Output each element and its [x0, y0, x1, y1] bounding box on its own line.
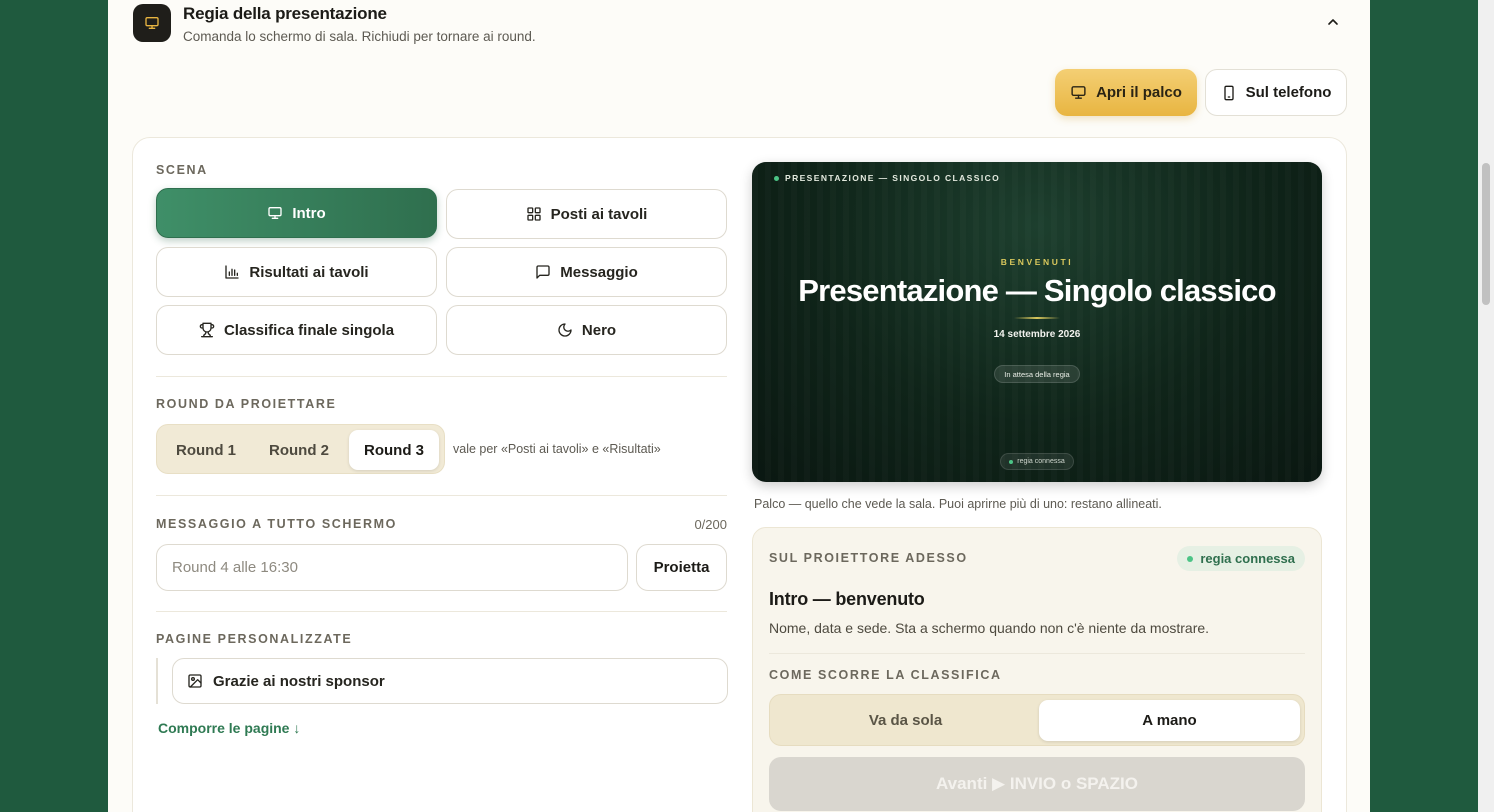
projector-status: SUL PROIETTORE ADESSO regia connessa Int… — [752, 527, 1322, 812]
scrollbar[interactable] — [1478, 0, 1494, 812]
scene-button-label: Risultati ai tavoli — [249, 263, 369, 281]
scene-button-label: Messaggio — [560, 263, 638, 281]
grid-icon — [526, 207, 541, 221]
open-stage-button[interactable]: Apri il palco — [1055, 69, 1197, 116]
status-badge-text: regia connessa — [1200, 551, 1295, 566]
preview-top-label: PRESENTAZIONE — SINGOLO CLASSICO — [774, 173, 1000, 183]
collapse-button[interactable] — [1321, 10, 1345, 34]
scene-button-message[interactable]: Messaggio — [446, 247, 727, 297]
now-title: Intro — benvenuto — [769, 589, 925, 609]
scroll-option-manual[interactable]: A mano — [1039, 700, 1300, 741]
monitor-icon — [1071, 86, 1086, 99]
round-option-2[interactable]: Round 2 — [255, 430, 343, 470]
round-option-1[interactable]: Round 1 — [163, 430, 249, 470]
custom-page-item[interactable]: Grazie ai nostri sponsor — [172, 658, 728, 704]
preview-divider — [1014, 317, 1060, 319]
message-label: MESSAGGIO A TUTTO SCHERMO — [156, 517, 397, 531]
status-dot-icon — [1009, 459, 1014, 464]
project-button[interactable]: Proietta — [636, 544, 727, 591]
stage-preview: PRESENTAZIONE — SINGOLO CLASSICO BENVENU… — [752, 162, 1322, 482]
rounds-label: ROUND DA PROIETTARE — [156, 397, 337, 411]
divider — [156, 611, 727, 612]
status-dot-icon — [1187, 555, 1194, 562]
compose-pages-link[interactable]: Comporre le pagine ↓ — [158, 720, 300, 736]
scene-button-label: Intro — [292, 204, 326, 222]
scene-button-seats[interactable]: Posti ai tavoli — [446, 189, 727, 239]
scene-button-label: Classifica finale singola — [223, 321, 395, 339]
message-input[interactable] — [156, 544, 628, 591]
scene-button-intro[interactable]: Intro — [156, 188, 437, 238]
scroll-mode-label: COME SCORRE LA CLASSIFICA — [769, 668, 1002, 682]
scene-button-results[interactable]: Risultati ai tavoli — [156, 247, 437, 297]
custom-pages-list: Grazie ai nostri sponsor — [156, 658, 728, 704]
preview-top-text: PRESENTAZIONE — SINGOLO CLASSICO — [785, 173, 1001, 183]
scrollbar-thumb[interactable] — [1482, 163, 1490, 305]
divider — [156, 495, 727, 496]
divider — [156, 376, 727, 377]
scroll-option-auto[interactable]: Va da sola — [775, 700, 1036, 741]
phone-label: Sul telefono — [1245, 84, 1332, 101]
moon-icon — [558, 323, 572, 337]
smartphone-icon — [1223, 85, 1234, 100]
control-card: SCENA Intro Posti ai tavoli Risultati ai… — [132, 137, 1347, 812]
round-note: vale per «Posti ai tavoli» e «Risultati» — [453, 442, 661, 456]
status-label: SUL PROIETTORE ADESSO — [769, 551, 968, 565]
panel-title: Regia della presentazione — [183, 4, 387, 23]
preview-date: 14 settembre 2026 — [993, 329, 1081, 340]
custom-page-label: Grazie ai nostri sponsor — [213, 672, 385, 690]
image-icon — [188, 674, 202, 688]
scene-button-final-ranking[interactable]: Classifica finale singola — [156, 305, 437, 355]
chevron-up-icon — [1328, 19, 1338, 25]
director-panel: Regia della presentazione Comanda lo sch… — [108, 0, 1370, 812]
scroll-mode-toggle: Va da sola A mano — [769, 694, 1305, 746]
monitor-icon — [268, 207, 282, 219]
scene-button-black[interactable]: Nero — [446, 305, 727, 355]
preview-waiting-pill: In attesa della regia — [994, 365, 1080, 383]
message-counter: 0/200 — [694, 517, 727, 532]
now-description: Nome, data e sede. Sta a schermo quando … — [769, 620, 1210, 636]
panel-header: Regia della presentazione Comanda lo sch… — [133, 4, 1345, 46]
message-icon — [536, 265, 550, 279]
status-badge: regia connessa — [1177, 546, 1305, 571]
next-button[interactable]: Avanti ▶ INVIO o SPAZIO — [769, 757, 1305, 811]
scene-button-label: Nero — [581, 321, 617, 339]
scene-label: SCENA — [156, 163, 208, 177]
preview-connection-pill: regia connessa — [1000, 453, 1074, 470]
trophy-icon — [199, 322, 215, 338]
divider — [769, 653, 1305, 654]
custom-pages-label: PAGINE PERSONALIZZATE — [156, 632, 353, 646]
round-option-3[interactable]: Round 3 — [349, 430, 439, 470]
bar-chart-icon — [225, 265, 240, 279]
preview-title: Presentazione — Singolo classico — [798, 273, 1276, 308]
scene-button-label: Posti ai tavoli — [550, 205, 648, 223]
panel-subtitle: Comanda lo schermo di sala. Richiudi per… — [183, 29, 536, 44]
preview-connection-text: regia connessa — [1017, 458, 1065, 465]
preview-welcome: BENVENUTI — [1000, 257, 1074, 267]
round-selector: Round 1 Round 2 Round 3 — [156, 424, 445, 474]
status-dot-icon — [774, 175, 779, 181]
monitor-icon — [133, 4, 171, 42]
open-stage-label: Apri il palco — [1096, 84, 1182, 101]
preview-caption: Palco — quello che vede la sala. Puoi ap… — [754, 497, 1162, 511]
phone-button[interactable]: Sul telefono — [1205, 69, 1347, 116]
